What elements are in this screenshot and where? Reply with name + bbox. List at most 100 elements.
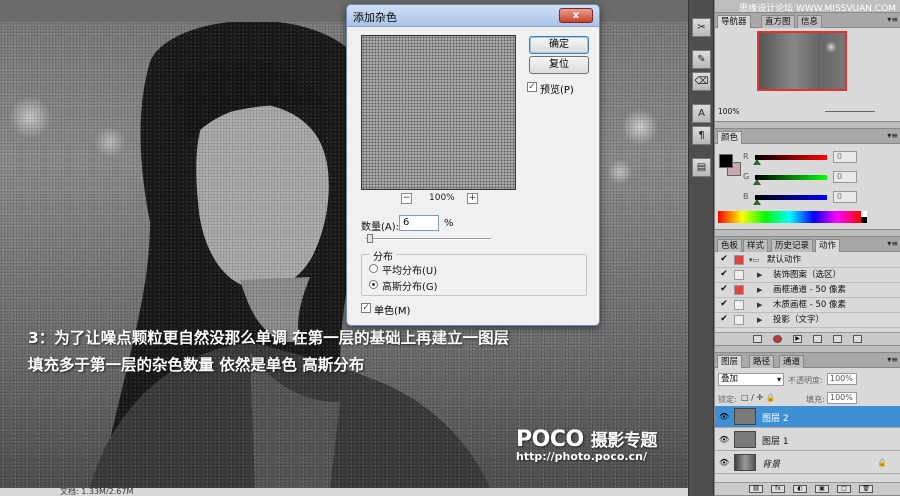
layer-thumbnail [734,408,756,425]
lock-icons[interactable]: □ ∕ ✛ 🔒 [741,393,776,402]
dialog-close-button[interactable]: x [559,8,593,23]
panel-menu-icon[interactable]: ▾≡ [887,131,898,140]
tab-actions[interactable]: 动作 [815,239,841,252]
eye-icon[interactable]: 👁 [719,412,729,421]
navigator-tabs: 导航器 直方图 信息 ▾≡ [715,13,900,28]
action-row[interactable]: ✔ ▶ 木质画框 - 50 像素 [715,298,900,313]
action-row[interactable]: ✔ ▾▭ 默认动作 [715,253,900,268]
action-dialog-toggle[interactable] [734,300,744,310]
new-set-icon[interactable] [813,335,822,343]
layer-footer-icon[interactable]: □ [837,485,851,493]
action-enabled-check-icon[interactable]: ✔ [719,300,729,310]
zoom-in-button[interactable]: + [467,193,478,204]
layer-footer-icon[interactable]: ⛓ [749,485,763,493]
stop-icon[interactable] [753,335,762,343]
tab-histogram[interactable]: 直方图 [761,15,795,28]
action-dialog-toggle[interactable] [734,255,744,265]
fill-input[interactable]: 100% [827,392,857,404]
radio-gaussian[interactable] [369,280,378,289]
dialog-titlebar[interactable]: 添加杂色 x [347,5,599,27]
channel-value-r[interactable]: 0 [833,151,857,163]
action-enabled-check-icon[interactable]: ✔ [719,270,729,280]
eye-icon[interactable]: 👁 [719,458,729,467]
channel-bar-g[interactable] [755,175,827,180]
action-enabled-check-icon[interactable]: ✔ [719,255,729,265]
layer-row[interactable]: 👁 背景 🔒 [715,452,900,474]
record-icon[interactable] [773,335,782,343]
channel-thumb-b[interactable] [753,199,761,205]
panel-menu-icon[interactable]: ▾≡ [887,15,898,24]
tab-layers[interactable]: 图层 [717,355,743,368]
caption-line-2: 填充多于第一层的杂色数量 依然是单色 高斯分布 [28,356,365,374]
channel-value-g[interactable]: 0 [833,171,857,183]
panel-menu-icon[interactable]: ▾≡ [887,355,898,364]
channel-bar-b[interactable] [755,195,827,200]
tab-navigator[interactable]: 导航器 [717,15,751,28]
tab-info[interactable]: 信息 [797,15,823,28]
amount-slider-track[interactable] [365,238,491,240]
ok-button[interactable]: 确定 [529,36,589,54]
navigator-thumbnail[interactable] [757,31,847,91]
channel-value-b[interactable]: 0 [833,191,857,203]
layer-name: 背景 [762,460,781,470]
panel-menu-icon[interactable]: ▾≡ [887,239,898,248]
foreground-color-swatch[interactable] [719,154,733,168]
layer-row[interactable]: 👁 图层 1 [715,429,900,451]
channel-bar-r[interactable] [755,155,827,160]
expand-arrow-icon[interactable]: ▶ [757,268,762,282]
expand-arrow-icon[interactable]: ▶ [757,283,762,297]
action-enabled-check-icon[interactable]: ✔ [719,285,729,295]
action-row[interactable]: ✔ ▶ 投影（文字） [715,313,900,328]
color-spectrum-bar[interactable] [718,211,861,223]
action-dialog-toggle[interactable] [734,285,744,295]
tab-history[interactable]: 历史记录 [771,239,814,252]
channel-thumb-g[interactable] [753,179,761,185]
tab-paths[interactable]: 路径 [749,355,775,368]
channel-thumb-r[interactable] [753,159,761,165]
tool-button-3[interactable]: ⌫ [692,72,711,91]
layer-footer-icon[interactable]: 🗑 [859,485,873,493]
black-white-swatch[interactable] [861,211,867,223]
navigator-zoom-slider[interactable] [825,111,875,112]
blend-mode-select[interactable]: 叠加 [718,373,784,386]
poco-watermark: POCO 摄影专题 http://photo.poco.cn/ [516,426,657,463]
tool-button-paragraph[interactable]: ¶ [692,126,711,145]
tab-channels[interactable]: 通道 [779,355,805,368]
expand-arrow-icon[interactable]: ▶ [757,313,762,327]
action-dialog-toggle[interactable] [734,315,744,325]
tool-button-1[interactable]: ✂ [692,18,711,37]
noise-preview[interactable] [361,35,516,190]
reset-button[interactable]: 复位 [529,56,589,74]
action-row[interactable]: ✔ ▶ 装饰图案（选区） [715,268,900,283]
layer-footer-icon[interactable]: fx [771,485,785,493]
expand-arrow-icon[interactable]: ▶ [757,298,762,312]
navigator-zoom-value[interactable]: 100% [718,107,739,116]
tool-button-character[interactable]: A [692,104,711,123]
layer-footer-icon[interactable]: ▣ [815,485,829,493]
new-action-icon[interactable] [833,335,842,343]
tool-button-6[interactable]: ▤ [692,158,711,177]
radio-uniform[interactable] [369,264,378,273]
play-icon[interactable]: ▶ [793,335,802,343]
monochromatic-checkbox[interactable]: ✓ [361,303,371,313]
action-dialog-toggle[interactable] [734,270,744,280]
tab-swatches[interactable]: 色板 [717,239,743,252]
action-enabled-check-icon[interactable]: ✔ [719,315,729,325]
tab-color[interactable]: 颜色 [717,131,743,144]
eye-icon[interactable]: 👁 [719,435,729,444]
layers-footer: ⛓ fx ◐ ▣ □ 🗑 [715,482,900,495]
preview-checkbox[interactable]: ✓ [527,82,537,92]
layer-row[interactable]: 👁 图层 2 [715,406,900,428]
opacity-input[interactable]: 100% [827,373,857,385]
trash-icon[interactable] [853,335,862,343]
tab-styles[interactable]: 样式 [743,239,769,252]
action-row[interactable]: ✔ ▶ 画框通道 - 50 像素 [715,283,900,298]
distribution-legend: 分布 [370,248,396,263]
layer-footer-icon[interactable]: ◐ [793,485,807,493]
expand-folder-icon[interactable]: ▾▭ [749,253,759,267]
layer-name: 图层 2 [762,414,789,424]
amount-slider-thumb[interactable] [366,234,373,243]
tool-button-2[interactable]: ✎ [692,50,711,69]
zoom-out-button[interactable]: − [401,193,412,204]
amount-input[interactable]: 6 [399,215,439,231]
